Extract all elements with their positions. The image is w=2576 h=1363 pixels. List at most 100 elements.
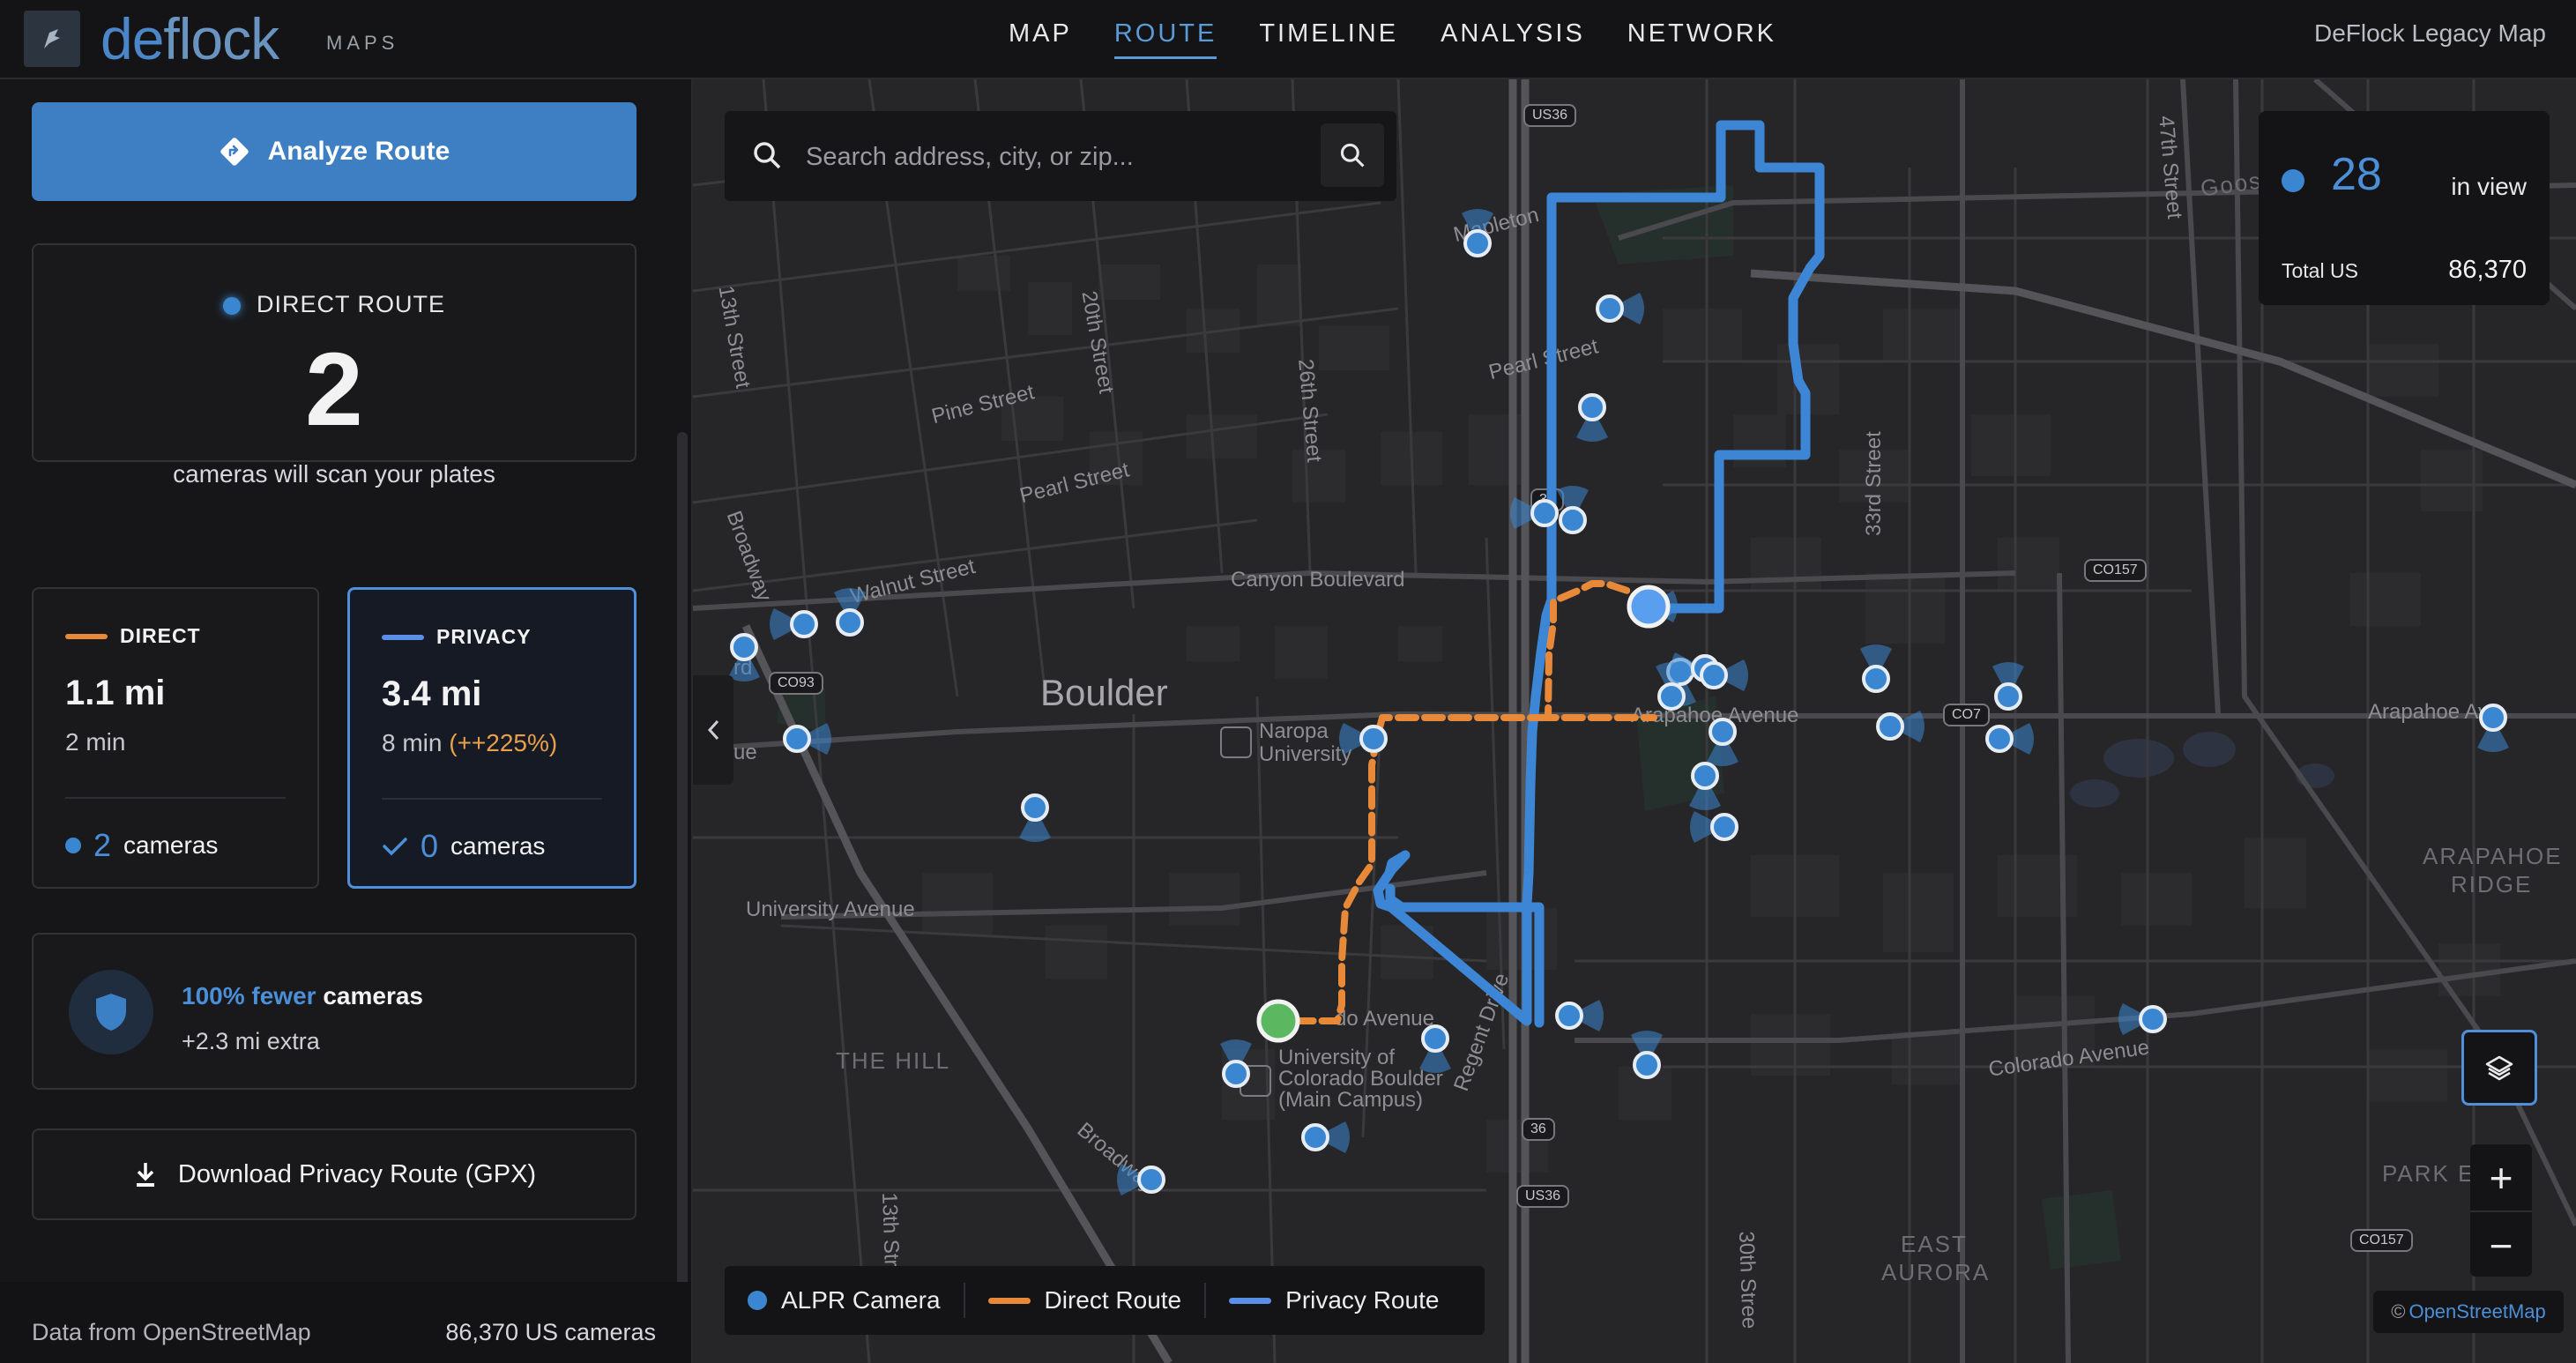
- map-attribution: © OpenStreetMap: [2373, 1291, 2564, 1333]
- camera-dot: [1657, 682, 1686, 711]
- camera-dot-icon: [65, 838, 81, 853]
- alpr-camera-marker[interactable]: [1557, 486, 1589, 534]
- alpr-camera-marker[interactable]: [1992, 662, 2024, 711]
- divider: [65, 797, 286, 799]
- camera-dot: [1596, 294, 1624, 323]
- route-diamond-icon: [220, 138, 249, 166]
- checkmark-icon: [383, 838, 407, 856]
- logo-wordmark[interactable]: deflock: [101, 4, 279, 74]
- direct-cameras: 2 cameras: [65, 827, 218, 864]
- nav-route[interactable]: ROUTE: [1093, 0, 1239, 79]
- chevron-left-icon: [707, 719, 719, 741]
- camera-dot: [1862, 665, 1890, 693]
- zoom-out-button[interactable]: −: [2470, 1212, 2532, 1278]
- download-gpx-button[interactable]: Download Privacy Route (GPX): [32, 1128, 637, 1220]
- analyze-route-label: Analyze Route: [267, 137, 450, 166]
- copyright-symbol: ©: [2391, 1300, 2406, 1322]
- alpr-camera-marker[interactable]: [2477, 704, 2509, 752]
- privacy-route-line: [1385, 883, 1545, 1028]
- camera-dot-icon: [222, 296, 241, 315]
- alpr-camera-marker[interactable]: [1117, 1164, 1165, 1195]
- alpr-camera-marker[interactable]: [770, 608, 818, 640]
- openstreetmap-link[interactable]: OpenStreetMap: [2408, 1300, 2545, 1323]
- legacy-map-link[interactable]: DeFlock Legacy Map: [2314, 19, 2546, 48]
- camera-dot: [1559, 506, 1587, 534]
- direct-distance: 1.1 mi: [65, 674, 166, 712]
- alpr-camera-marker[interactable]: [1860, 644, 1892, 693]
- alpr-camera-marker[interactable]: [1707, 718, 1738, 766]
- route-end-marker[interactable]: [1627, 585, 1671, 629]
- alpr-camera-marker[interactable]: [834, 588, 866, 637]
- alpr-camera-marker[interactable]: [783, 723, 831, 755]
- camera-stats-panel: 28 in view Total US 86,370: [2259, 111, 2550, 305]
- sidebar-scrollbar[interactable]: [677, 432, 688, 1296]
- search-submit-button[interactable]: [1321, 123, 1384, 187]
- camera-dot-icon: [748, 1291, 767, 1310]
- savings-headline: 100% fewer cameras: [182, 982, 423, 1009]
- camera-dot: [1633, 1051, 1661, 1079]
- alpr-camera-marker[interactable]: [1220, 1039, 1252, 1088]
- in-view-label: in view: [2451, 173, 2527, 200]
- alpr-camera-marker[interactable]: [1690, 811, 1738, 843]
- alpr-camera-marker[interactable]: [1596, 293, 1644, 324]
- alpr-camera-marker[interactable]: [1985, 723, 2034, 755]
- zoom-in-button[interactable]: +: [2470, 1144, 2532, 1210]
- alpr-camera-marker[interactable]: [1631, 1031, 1663, 1079]
- camera-dot: [1530, 499, 1559, 527]
- camera-dot: [1994, 682, 2022, 711]
- download-label: Download Privacy Route (GPX): [177, 1159, 537, 1188]
- privacy-route-card[interactable]: PRIVACY 3.4 mi 8 min (++225%) 0 cameras: [347, 587, 637, 889]
- alpr-camera-marker[interactable]: [1419, 1024, 1451, 1073]
- nav-network[interactable]: NETWORK: [1606, 0, 1798, 79]
- summary-camera-count: 2: [305, 331, 363, 448]
- alpr-camera-marker[interactable]: [1576, 393, 1608, 442]
- privacy-distance: 3.4 mi: [382, 674, 482, 713]
- search-icon: [1340, 143, 1365, 168]
- orange-line-icon: [65, 633, 108, 639]
- logo-subtitle: MAPS: [326, 32, 399, 54]
- camera-dot: [1359, 725, 1388, 753]
- direct-route-summary: DIRECT ROUTE 2 cameras will scan your pl…: [32, 243, 637, 488]
- camera-dot: [1463, 229, 1492, 257]
- alpr-camera-marker[interactable]: [1019, 793, 1051, 842]
- nav-timeline[interactable]: TIMELINE: [1238, 0, 1419, 79]
- direct-route-line: [1275, 580, 1657, 1024]
- map-search-bar: [725, 111, 1396, 201]
- direct-route-card[interactable]: DIRECT 1.1 mi 2 min 2 cameras: [32, 587, 319, 889]
- layers-icon: [2485, 1055, 2513, 1081]
- nav-analysis[interactable]: ANALYSIS: [1419, 0, 1606, 79]
- camera-dot: [1301, 1123, 1329, 1151]
- search-input[interactable]: [804, 130, 1301, 183]
- camera-dot: [836, 608, 864, 637]
- alpr-camera-marker[interactable]: [1301, 1121, 1350, 1153]
- privacy-card-header: PRIVACY: [382, 625, 532, 649]
- alpr-camera-marker[interactable]: [1462, 209, 1493, 257]
- collapse-sidebar-button[interactable]: [693, 675, 733, 785]
- sidebar: Analyze Route DIRECT ROUTE 2 cameras wil…: [0, 79, 693, 1363]
- total-us-value: 86,370: [2448, 256, 2527, 284]
- deflock-logo-icon[interactable]: [24, 11, 80, 67]
- camera-dot: [790, 610, 818, 638]
- alpr-camera-marker[interactable]: [1689, 762, 1721, 810]
- divider: [382, 798, 602, 800]
- route-start-marker[interactable]: [1256, 999, 1300, 1043]
- direct-card-header: DIRECT: [65, 624, 201, 648]
- camera-dot: [1021, 793, 1049, 822]
- alpr-camera-marker[interactable]: [1510, 497, 1559, 529]
- alpr-camera-marker[interactable]: [1876, 711, 1925, 742]
- camera-dot: [1709, 718, 1737, 746]
- direct-time: 2 min: [65, 728, 126, 756]
- camera-dot: [1710, 813, 1738, 841]
- nav-map[interactable]: MAP: [987, 0, 1093, 79]
- savings-extra-distance: +2.3 mi extra: [182, 1028, 320, 1054]
- layers-button[interactable]: [2461, 1030, 2537, 1106]
- alpr-camera-marker[interactable]: [1555, 1000, 1604, 1032]
- analyze-route-button[interactable]: Analyze Route: [32, 102, 637, 201]
- alpr-camera-marker[interactable]: [728, 633, 760, 682]
- summary-label: DIRECT ROUTE: [34, 291, 635, 318]
- map-canvas[interactable]: Boulder Naropa University University of …: [693, 79, 2576, 1363]
- alpr-camera-marker[interactable]: [1339, 723, 1388, 755]
- alpr-camera-marker[interactable]: [2118, 1003, 2167, 1035]
- alpr-camera-marker[interactable]: [1700, 659, 1748, 691]
- camera-dot: [1555, 1002, 1583, 1030]
